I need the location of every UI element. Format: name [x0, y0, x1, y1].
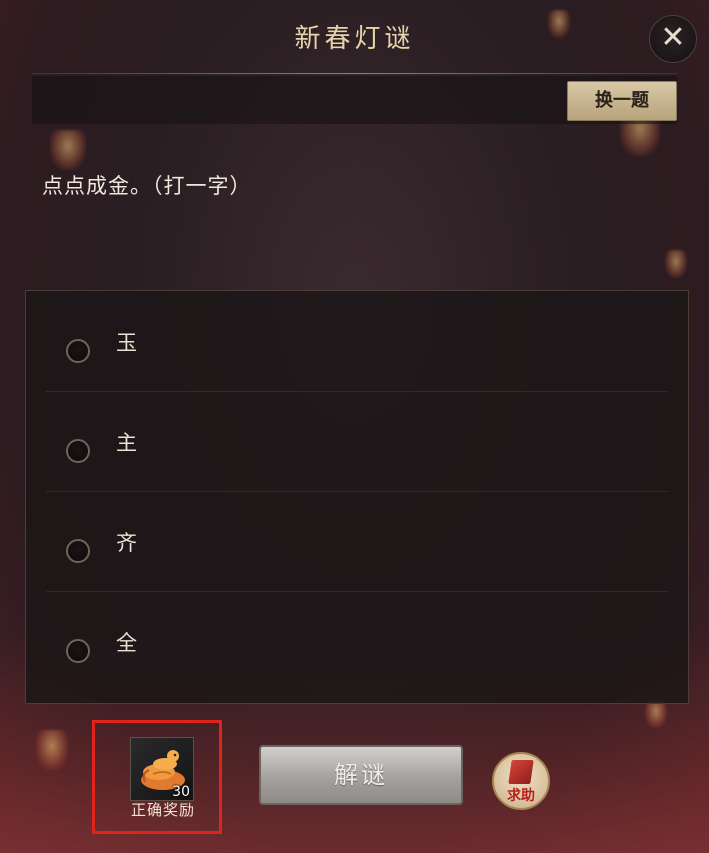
- answer-option-label: 齐: [116, 531, 137, 555]
- answer-option-label: 主: [116, 431, 137, 455]
- sky-lantern-decoration: [665, 250, 687, 278]
- answer-options-panel: 玉 主 齐 全: [25, 290, 689, 704]
- reward-count: 30: [172, 784, 190, 800]
- radio-button[interactable]: [66, 339, 90, 363]
- reward-label: 正确奖励: [130, 801, 195, 819]
- sky-lantern-decoration: [36, 730, 68, 770]
- help-button[interactable]: 求助: [492, 752, 550, 810]
- answer-option[interactable]: 齐: [26, 491, 688, 591]
- answer-option-label: 全: [116, 631, 137, 655]
- help-label: 求助: [507, 788, 535, 804]
- answer-option[interactable]: 全: [26, 591, 688, 691]
- radio-button[interactable]: [66, 539, 90, 563]
- title-divider: [32, 73, 677, 74]
- radio-button[interactable]: [66, 639, 90, 663]
- change-question-button[interactable]: 换一题: [567, 81, 677, 121]
- answer-option[interactable]: 主: [26, 391, 688, 491]
- radio-button[interactable]: [66, 439, 90, 463]
- sky-lantern-decoration: [645, 700, 667, 728]
- close-button[interactable]: ✕: [649, 15, 697, 63]
- book-icon: [508, 760, 534, 784]
- reward-item-slot[interactable]: 30: [130, 737, 194, 801]
- close-icon: ✕: [660, 20, 686, 55]
- riddle-question: 点点成金。（打一字）: [42, 174, 252, 198]
- dialog-title: 新春灯谜: [294, 24, 415, 54]
- answer-option[interactable]: 玉: [26, 291, 688, 391]
- sky-lantern-decoration: [50, 130, 86, 170]
- answer-option-label: 玉: [116, 331, 137, 355]
- solve-button[interactable]: 解谜: [259, 745, 463, 805]
